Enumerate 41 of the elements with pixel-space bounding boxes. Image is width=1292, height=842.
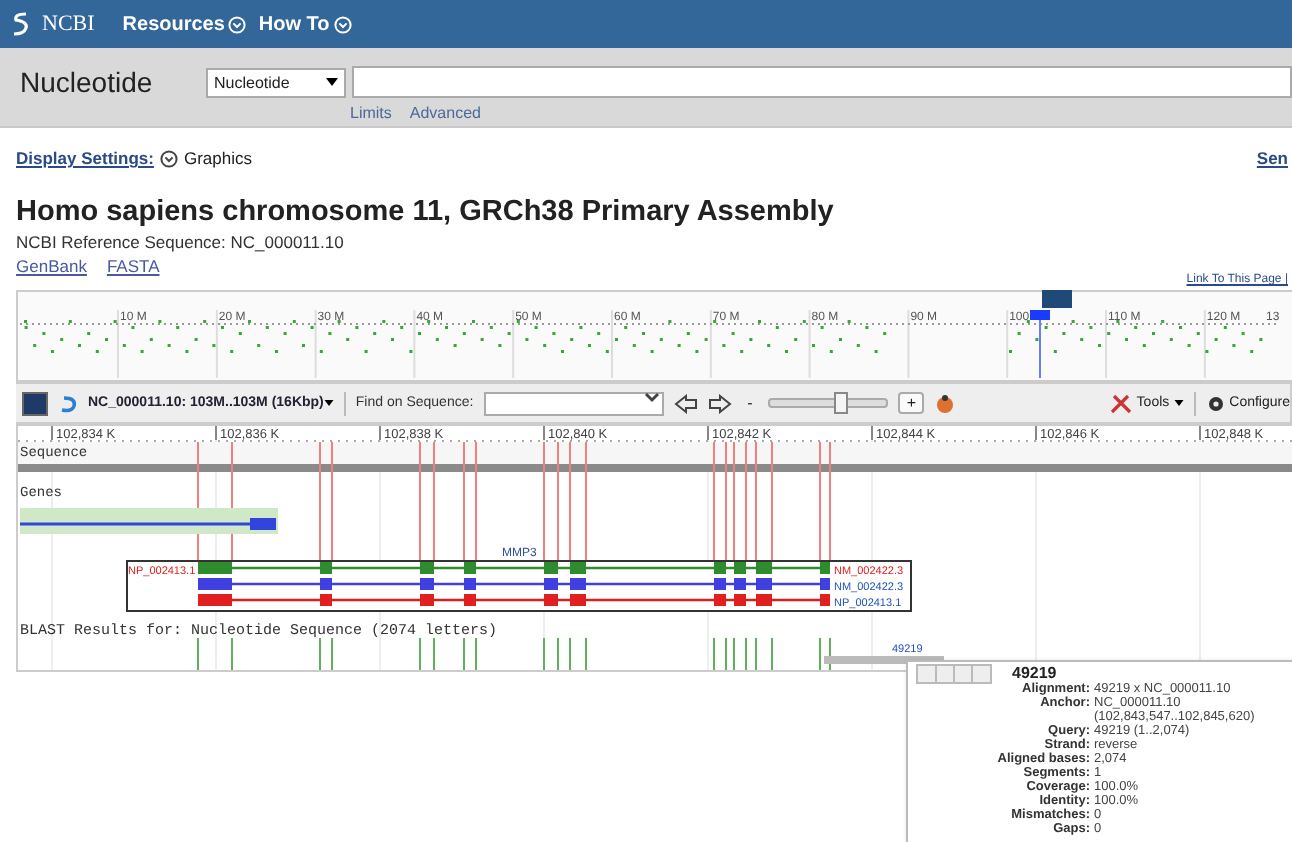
zoom-out-button[interactable]: -	[741, 394, 759, 412]
view-window-handle[interactable]	[1042, 290, 1072, 308]
menu-link[interactable]: How To	[258, 13, 352, 35]
display-mode: Graphics	[183, 148, 252, 168]
format-link[interactable]: FASTA	[106, 256, 160, 276]
caret-icon	[1173, 400, 1184, 406]
expand-icon	[333, 15, 352, 33]
tooltip-title: 49219	[1012, 664, 1057, 682]
arrow-right-icon[interactable]	[707, 393, 732, 413]
position-marker-icon	[1030, 310, 1050, 320]
color-picker[interactable]	[22, 391, 48, 415]
search-field[interactable]	[352, 66, 1292, 98]
expand-icon	[228, 15, 247, 33]
tools-icon	[1110, 393, 1133, 413]
gene-feature[interactable]	[20, 508, 278, 534]
database-label: Nucleotide	[20, 66, 155, 98]
find-field[interactable]	[483, 391, 664, 415]
undo-icon[interactable]	[58, 393, 78, 413]
display-settings-link[interactable]: Display Settings:	[16, 148, 154, 168]
logo-text: NCBI	[42, 12, 95, 36]
expand-icon	[159, 149, 178, 167]
caret-icon	[643, 387, 660, 403]
gear-icon	[1205, 393, 1226, 413]
dropdown-arrow-icon	[326, 78, 338, 86]
menu-link[interactable]: Resources	[122, 13, 247, 35]
zoom-slider[interactable]	[768, 398, 889, 408]
caret-icon	[323, 400, 334, 406]
bug-icon[interactable]	[934, 393, 957, 413]
database-select[interactable]: Nucleotide	[206, 67, 346, 97]
reference-sequence: NCBI Reference Sequence: NC_000011.10	[16, 232, 346, 252]
format-link[interactable]: GenBank	[16, 256, 87, 276]
page-title: Homo sapiens chromosome 11, GRCh38 Primary Assembly	[16, 194, 836, 230]
transcript-feature[interactable]	[198, 562, 830, 574]
zoom-in-button[interactable]: +	[898, 392, 925, 414]
send-link[interactable]: Sen	[1256, 148, 1288, 168]
transcript-feature[interactable]	[198, 594, 830, 606]
search-link[interactable]: Advanced	[409, 104, 481, 122]
arrow-left-icon[interactable]	[673, 393, 698, 413]
search-link[interactable]: Limits	[350, 104, 392, 122]
logo-icon	[12, 12, 30, 36]
transcript-feature[interactable]	[198, 578, 830, 590]
